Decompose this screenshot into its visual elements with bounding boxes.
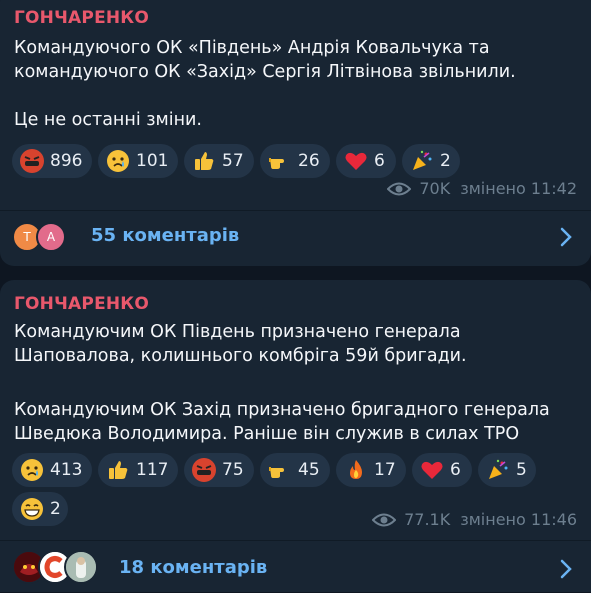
reaction-count: 45 bbox=[298, 460, 320, 480]
view-count: 77.1K bbox=[404, 510, 451, 529]
reaction-heart[interactable]: 6 bbox=[412, 453, 472, 487]
post-text-line: Командуючим ОК Південь призначено генера… bbox=[14, 322, 461, 342]
post-text-line: Командуючого ОК «Південь» Андрія Ковальч… bbox=[14, 38, 490, 58]
reaction-party-popper[interactable]: 5 bbox=[478, 453, 536, 487]
heart-icon bbox=[420, 458, 444, 482]
reaction-count: 101 bbox=[136, 151, 169, 171]
comments-count-label[interactable]: 18 коментарів bbox=[119, 557, 267, 578]
post-author[interactable]: ГОНЧАРЕНКО bbox=[14, 8, 149, 28]
avatar bbox=[64, 550, 98, 584]
post-text-line: Шаповалова, колишнього комбріга 59й бриг… bbox=[14, 346, 467, 366]
thumbs-up-icon bbox=[192, 149, 216, 173]
pointing-hand-icon bbox=[268, 458, 292, 482]
reaction-thumbs-up[interactable]: 117 bbox=[98, 453, 178, 487]
reaction-angry[interactable]: 75 bbox=[184, 453, 254, 487]
grinning-face-icon bbox=[20, 497, 44, 521]
reaction-pointing-hand[interactable]: 26 bbox=[260, 144, 330, 178]
reaction-count: 5 bbox=[516, 460, 527, 480]
avatar: А bbox=[36, 222, 66, 252]
reaction-count: 75 bbox=[222, 460, 244, 480]
crying-face-icon bbox=[106, 149, 130, 173]
eye-icon bbox=[372, 513, 397, 526]
reaction-count: 6 bbox=[374, 151, 385, 171]
post-text-line: Шведюка Володимира. Раніше він служив в … bbox=[14, 424, 520, 444]
commenter-avatars bbox=[12, 550, 98, 584]
view-count: 70K bbox=[419, 179, 451, 198]
reaction-count: 117 bbox=[136, 460, 169, 480]
reaction-count: 896 bbox=[50, 151, 83, 171]
reaction-heart[interactable]: 6 bbox=[336, 144, 396, 178]
comments-bar[interactable]: Т А 55 коментарів bbox=[0, 211, 591, 263]
reaction-grinning[interactable]: 2 bbox=[12, 492, 68, 526]
edited-time: змінено 11:46 bbox=[460, 510, 577, 529]
eye-icon bbox=[387, 182, 412, 195]
reaction-count: 17 bbox=[374, 460, 396, 480]
party-popper-icon bbox=[410, 149, 434, 173]
reaction-crying[interactable]: 413 bbox=[12, 453, 92, 487]
reaction-angry[interactable]: 896 bbox=[12, 144, 92, 178]
reaction-count: 6 bbox=[450, 460, 461, 480]
message-bubble: ГОНЧАРЕНКО Командуючого ОК «Південь» Анд… bbox=[0, 0, 591, 266]
reaction-count: 26 bbox=[298, 151, 320, 171]
post-meta: 77.1K змінено 11:46 bbox=[372, 510, 577, 529]
reaction-thumbs-up[interactable]: 57 bbox=[184, 144, 254, 178]
comments-bar[interactable]: 18 коментарів bbox=[0, 541, 591, 593]
reaction-count: 57 bbox=[222, 151, 244, 171]
post-text-line: командуючого ОК «Захід» Сергія Літвінова… bbox=[14, 62, 516, 82]
reaction-party-popper[interactable]: 2 bbox=[402, 144, 460, 178]
post-text-line: Командуючим ОК Захід призначено бригадно… bbox=[14, 400, 550, 420]
reaction-crying[interactable]: 101 bbox=[98, 144, 178, 178]
pointing-hand-icon bbox=[268, 149, 292, 173]
crying-face-icon bbox=[20, 458, 44, 482]
reaction-pointing-hand[interactable]: 45 bbox=[260, 453, 330, 487]
reaction-count: 413 bbox=[50, 460, 83, 480]
post-author[interactable]: ГОНЧАРЕНКО bbox=[14, 294, 149, 314]
post-meta: 70K змінено 11:42 bbox=[387, 179, 577, 198]
edited-time: змінено 11:42 bbox=[460, 179, 577, 198]
comments-count-label[interactable]: 55 коментарів bbox=[91, 225, 239, 246]
party-popper-icon bbox=[486, 458, 510, 482]
thumbs-up-icon bbox=[106, 458, 130, 482]
message-bubble: ГОНЧАРЕНКО Командуючим ОК Південь призна… bbox=[0, 280, 591, 592]
chevron-right-icon[interactable] bbox=[559, 226, 573, 248]
fire-icon bbox=[344, 458, 368, 482]
commenter-avatars: Т А bbox=[12, 222, 66, 252]
reaction-fire[interactable]: 17 bbox=[336, 453, 406, 487]
chevron-right-icon[interactable] bbox=[559, 558, 573, 580]
reaction-count: 2 bbox=[50, 499, 61, 519]
reaction-count: 2 bbox=[440, 151, 451, 171]
angry-face-icon bbox=[192, 458, 216, 482]
heart-icon bbox=[344, 149, 368, 173]
post-text-line: Це не останні зміни. bbox=[14, 110, 202, 130]
angry-face-icon bbox=[20, 149, 44, 173]
